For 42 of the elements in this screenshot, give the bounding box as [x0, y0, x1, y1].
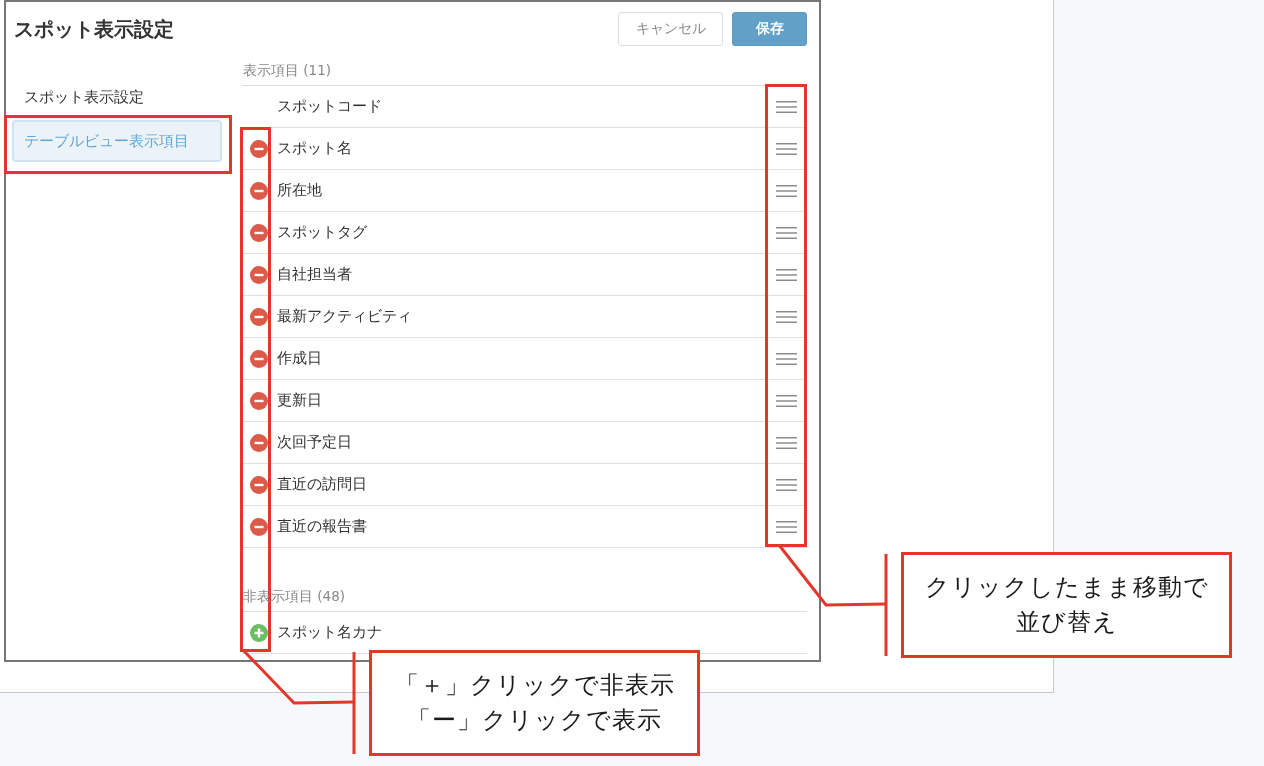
field-name: スポット名カナ [277, 623, 383, 642]
dialog-title: スポット表示設定 [14, 15, 174, 43]
drag-handle-icon[interactable] [776, 394, 797, 407]
drag-handle-icon[interactable] [776, 478, 797, 491]
field-name: スポット名 [277, 139, 353, 158]
section-heading: 表示項目 (11) [243, 62, 331, 78]
drag-handle-icon[interactable] [776, 226, 797, 239]
drag-handle-icon[interactable] [776, 520, 797, 533]
minus-circle-icon[interactable] [250, 349, 268, 368]
drag-handle-icon[interactable] [776, 352, 797, 365]
drag-handle-icon[interactable] [776, 142, 797, 155]
field-name: 次回予定日 [277, 433, 353, 452]
sidebar-item[interactable]: スポット表示設定 [12, 82, 222, 113]
drag-handle-icon[interactable] [776, 268, 797, 281]
minus-circle-icon[interactable] [250, 517, 268, 536]
minus-circle-icon[interactable] [250, 139, 268, 158]
minus-circle-icon[interactable] [250, 181, 268, 200]
field-name: 作成日 [277, 349, 323, 368]
minus-circle-icon[interactable] [250, 391, 268, 410]
callout-text: 「＋」クリックで非表示 「ー」クリックで表示 [394, 670, 675, 736]
drag-handle-icon[interactable] [776, 310, 797, 323]
field-name: 自社担当者 [277, 265, 353, 284]
plus-circle-icon[interactable] [250, 623, 268, 642]
field-name: 直近の訪問日 [277, 475, 368, 494]
minus-circle-icon[interactable] [250, 307, 268, 326]
field-name: 直近の報告書 [277, 517, 368, 536]
save-button[interactable]: 保存 [732, 12, 807, 46]
field-name: スポットタグ [277, 223, 368, 242]
minus-circle-icon[interactable] [250, 223, 268, 242]
callout-text: クリックしたまま移動で 並び替え [924, 572, 1209, 638]
field-name: 所在地 [277, 181, 323, 200]
field-name: スポットコード [277, 97, 383, 116]
field-name: 更新日 [277, 391, 323, 410]
minus-circle-icon[interactable] [250, 433, 268, 452]
minus-circle-icon[interactable] [250, 265, 268, 284]
cancel-button[interactable]: キャンセル [618, 12, 723, 46]
drag-handle-icon[interactable] [776, 436, 797, 449]
sidebar-item[interactable]: テーブルビュー表示項目 [12, 120, 222, 162]
drag-handle-icon[interactable] [776, 184, 797, 197]
field-name: 最新アクティビティ [277, 307, 413, 326]
minus-circle-icon[interactable] [250, 475, 268, 494]
drag-handle-icon[interactable] [776, 100, 797, 113]
